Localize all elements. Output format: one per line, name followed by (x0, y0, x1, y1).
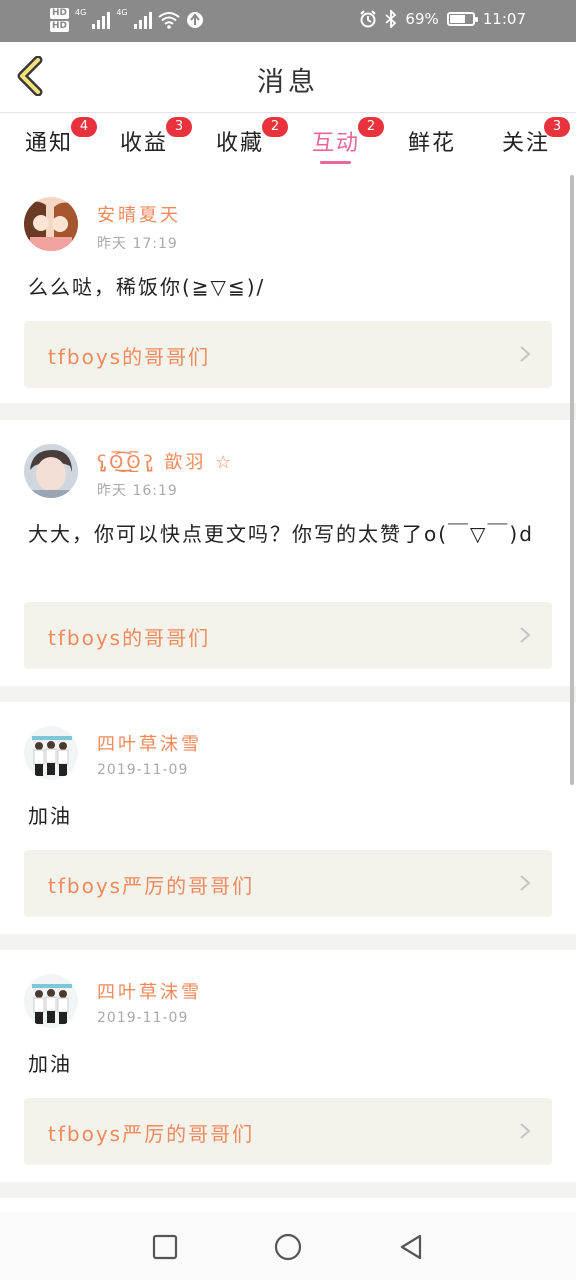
tab-label: 关注 (502, 131, 551, 156)
tab-earnings[interactable]: 收益 3 (120, 117, 193, 157)
message-card: 四叶草沫雪 2019-11-09 加油 tfboys严厉的哥哥们 (0, 950, 576, 1182)
scrollbar[interactable] (570, 175, 574, 785)
tab-interactions[interactable]: 互动 2 (312, 117, 385, 157)
chevron-right-icon (520, 627, 531, 643)
avatar[interactable] (24, 974, 78, 1028)
tab-badge: 3 (544, 117, 571, 137)
battery-fill (449, 15, 465, 23)
user-name[interactable]: 安晴夏天 (97, 201, 181, 227)
signal-icon-2 (133, 11, 152, 29)
tab-label: 互动 (312, 131, 361, 156)
system-nav-bar (0, 1212, 576, 1280)
user-name[interactable]: 四叶草沫雪 (97, 978, 202, 1004)
app-header: 消息 (0, 42, 576, 113)
avatar[interactable] (24, 726, 78, 780)
message-content: 加油 (28, 1052, 72, 1076)
user-name[interactable]: 四叶草沫雪 (97, 730, 202, 756)
tab-notifications[interactable]: 通知 4 (25, 117, 98, 157)
hd-label-2: HD (50, 21, 70, 32)
status-left: HD HD 4G 4G (50, 8, 204, 32)
story-link[interactable]: tfboys严厉的哥哥们 (24, 850, 552, 917)
alarm-icon (360, 10, 377, 28)
message-time: 2019-11-09 (97, 1010, 189, 1026)
data-saver-icon (186, 12, 203, 28)
status-right: 69% 11:07 (359, 10, 526, 28)
message-time: 2019-11-09 (97, 762, 189, 778)
avatar[interactable] (24, 197, 78, 251)
story-title: tfboys严厉的哥哥们 (48, 1122, 255, 1146)
page-title: 消息 (257, 67, 319, 98)
home-icon[interactable] (273, 1232, 303, 1262)
user-name[interactable]: ʕ̡̢̡ʘ̅͟͜͡ʘ̲̅ʔ̢̡̢ 歆羽 ☆ (97, 448, 234, 474)
network-type-1: 4G (75, 8, 87, 17)
wifi-icon (157, 12, 180, 29)
back-icon[interactable] (396, 1232, 426, 1262)
story-title: tfboys的哥哥们 (48, 626, 211, 650)
message-card: 安晴夏天 昨天 17:19 么么哒，稀饭你(≧▽≦)/ tfboys的哥哥们 (0, 171, 576, 403)
message-card: 四叶草沫雪 2019-11-09 加油 tfboys严厉的哥哥们 (0, 702, 576, 934)
signal-icon (92, 11, 111, 29)
status-bar: HD HD 4G 4G 69% 11:07 (0, 0, 576, 42)
tab-favorites[interactable]: 收藏 2 (216, 117, 289, 157)
tab-label: 通知 (25, 131, 74, 156)
bluetooth-icon (385, 10, 397, 28)
recent-apps-icon[interactable] (150, 1232, 180, 1262)
tab-badge: 2 (358, 117, 385, 137)
chevron-right-icon (520, 346, 531, 362)
hd-indicators: HD HD (50, 8, 70, 32)
message-card-partial (0, 1198, 576, 1212)
message-content: 大大，你可以快点更文吗？你写的太赞了o(￣▽￣)d (28, 522, 534, 546)
message-content: 加油 (28, 804, 72, 828)
battery-percent: 69% (405, 10, 439, 28)
chevron-right-icon (520, 875, 531, 891)
story-title: tfboys的哥哥们 (48, 345, 211, 369)
message-time: 昨天 16:19 (97, 483, 178, 499)
tab-badge: 2 (262, 117, 289, 137)
story-title: tfboys严厉的哥哥们 (48, 874, 255, 898)
battery-icon (446, 12, 478, 26)
tab-bar: 通知 4 收益 3 收藏 2 互动 2 鲜花 关注 3 (0, 113, 576, 171)
clock: 11:07 (482, 10, 526, 28)
tab-flowers[interactable]: 鲜花 (408, 125, 456, 157)
network-type-2: 4G (116, 8, 128, 17)
tab-badge: 3 (166, 117, 193, 137)
message-content: 么么哒，稀饭你(≧▽≦)/ (28, 275, 266, 299)
hd-label-1: HD (50, 8, 70, 19)
message-card: ʕ̡̢̡ʘ̅͟͜͡ʘ̲̅ʔ̢̡̢ 歆羽 ☆ 昨天 16:19 大大，你可以快点更… (0, 420, 576, 686)
story-link[interactable]: tfboys的哥哥们 (24, 321, 552, 388)
tab-label: 收益 (120, 131, 169, 156)
chevron-right-icon (520, 1123, 531, 1139)
story-link[interactable]: tfboys的哥哥们 (24, 602, 552, 669)
tab-badge: 4 (71, 117, 98, 137)
tab-following[interactable]: 关注 3 (502, 117, 571, 157)
active-tab-indicator (320, 161, 351, 164)
avatar[interactable] (24, 444, 78, 498)
tab-label: 收藏 (216, 131, 265, 156)
message-time: 昨天 17:19 (97, 236, 178, 252)
story-link[interactable]: tfboys严厉的哥哥们 (24, 1098, 552, 1165)
tab-label: 鲜花 (408, 131, 457, 156)
